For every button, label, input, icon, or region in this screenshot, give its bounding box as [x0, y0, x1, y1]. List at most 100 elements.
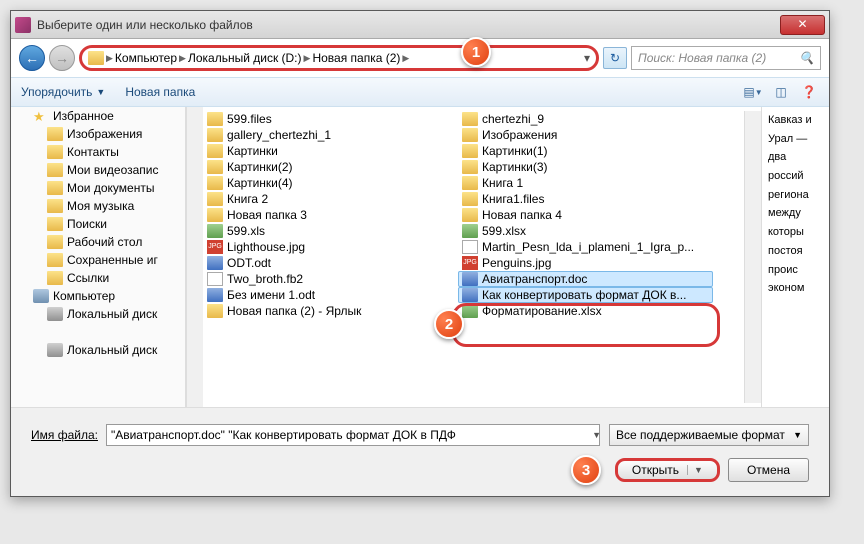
breadcrumb-item[interactable]: Компьютер — [115, 51, 177, 65]
file-name: Картинки(2) — [227, 160, 293, 174]
folder-icon — [462, 160, 478, 174]
address-bar[interactable]: ▶ Компьютер ▶ Локальный диск (D:) ▶ Нова… — [79, 45, 599, 71]
xls-icon — [462, 304, 478, 318]
file-item[interactable]: Картинки(4) — [203, 175, 458, 191]
chevron-down-icon[interactable]: ▼ — [592, 430, 601, 440]
content-area: Избранное Изображения Контакты Мои видеозап… — [11, 107, 829, 407]
sidebar-item[interactable]: Ссылки — [11, 269, 185, 287]
file-scrollbar[interactable] — [744, 111, 761, 403]
folder-icon — [47, 199, 63, 213]
new-folder-button[interactable]: Новая папка — [125, 85, 195, 99]
file-item[interactable]: JPG Penguins.jpg — [458, 255, 713, 271]
filename-input[interactable] — [106, 424, 600, 446]
help-button[interactable]: ❓ — [799, 82, 819, 102]
file-name: chertezhi_9 — [482, 112, 544, 126]
chevron-down-icon: ▼ — [687, 465, 703, 475]
sidebar-item[interactable]: Рабочий стол — [11, 233, 185, 251]
sidebar-label: Моя музыка — [67, 199, 134, 213]
file-name: Penguins.jpg — [482, 256, 551, 270]
file-item[interactable]: ODT.odt — [203, 255, 458, 271]
chevron-down-icon[interactable]: ▾ — [584, 51, 590, 65]
file-name: Картинки(1) — [482, 144, 548, 158]
file-item[interactable]: Картинки(2) — [203, 159, 458, 175]
preview-pane-button[interactable]: ◫ — [771, 82, 791, 102]
sidebar-label: Локальный диск — [67, 343, 157, 357]
file-item[interactable]: Martin_Pesn_lda_i_plameni_1_Igra_p... — [458, 239, 713, 255]
file-item[interactable]: Книга 1 — [458, 175, 713, 191]
folder-icon — [207, 160, 223, 174]
file-item[interactable]: Изображения — [458, 127, 713, 143]
back-button[interactable]: ← — [19, 45, 45, 71]
file-item[interactable]: chertezhi_9 — [458, 111, 713, 127]
open-button[interactable]: Открыть▼ — [615, 458, 720, 482]
search-placeholder: Поиск: Новая папка (2) — [638, 51, 766, 65]
doc-icon — [462, 288, 478, 302]
footer: Имя файла: ▼ Все поддерживаемые формат ▼… — [11, 407, 829, 496]
sidebar-label: Изображения — [67, 127, 142, 141]
file-item[interactable]: Картинки — [203, 143, 458, 159]
sidebar-item[interactable]: Контакты — [11, 143, 185, 161]
sidebar-item[interactable]: Сохраненные иг — [11, 251, 185, 269]
folder-icon — [47, 271, 63, 285]
folder-icon — [47, 127, 63, 141]
file-item[interactable]: Картинки(3) — [458, 159, 713, 175]
file-name: gallery_chertezhi_1 — [227, 128, 331, 142]
file-item[interactable]: Новая папка (2) - Ярлык — [203, 303, 458, 319]
search-input[interactable]: Поиск: Новая папка (2) 🔍 — [631, 46, 821, 70]
file-item[interactable]: Книга 2 — [203, 191, 458, 207]
file-item[interactable]: Two_broth.fb2 — [203, 271, 458, 287]
forward-button[interactable]: → — [49, 45, 75, 71]
file-item[interactable]: Как конвертировать формат ДОК в... — [458, 287, 713, 303]
file-type-filter[interactable]: Все поддерживаемые формат ▼ — [609, 424, 809, 446]
file-open-dialog: Выберите один или несколько файлов ✕ ← →… — [10, 10, 830, 497]
breadcrumb-item[interactable]: Локальный диск (D:) — [188, 51, 302, 65]
file-item[interactable]: Книга1.files — [458, 191, 713, 207]
file-item[interactable]: gallery_chertezhi_1 — [203, 127, 458, 143]
sidebar-item[interactable]: Мои видеозапис — [11, 161, 185, 179]
folder-icon — [462, 144, 478, 158]
sidebar-item[interactable]: Мои документы — [11, 179, 185, 197]
file-item[interactable]: JPGLighthouse.jpg — [203, 239, 458, 255]
file-item[interactable]: 599.xls — [203, 223, 458, 239]
view-options-button[interactable]: ▤ ▼ — [743, 82, 763, 102]
file-item[interactable]: Авиатранспорт.doc — [458, 271, 713, 287]
file-item[interactable]: Форматирование.xlsx — [458, 303, 713, 319]
close-button[interactable]: ✕ — [780, 15, 825, 35]
file-item[interactable]: Новая папка 3 — [203, 207, 458, 223]
sidebar-label: Избранное — [53, 109, 114, 123]
folder-icon — [207, 208, 223, 222]
file-name: 599.xlsx — [482, 224, 526, 238]
folder-icon — [47, 181, 63, 195]
organize-menu[interactable]: Упорядочить ▼ — [21, 85, 105, 99]
star-icon — [33, 109, 49, 123]
sidebar-item[interactable]: Моя музыка — [11, 197, 185, 215]
file-name: Книга1.files — [482, 192, 544, 206]
search-icon: 🔍 — [799, 51, 814, 65]
refresh-button[interactable]: ↻ — [603, 47, 627, 69]
file-item[interactable]: Без имени 1.odt — [203, 287, 458, 303]
sidebar-label: Мои видеозапис — [67, 163, 159, 177]
sidebar-item[interactable]: Компьютер — [11, 287, 185, 305]
breadcrumb-item[interactable]: Новая папка (2) — [312, 51, 400, 65]
sidebar-item[interactable]: Локальный диск — [11, 341, 185, 359]
chevron-down-icon: ▼ — [793, 430, 802, 440]
file-item[interactable]: 599.xlsx — [458, 223, 713, 239]
sidebar-item[interactable] — [11, 323, 185, 341]
sidebar-item[interactable]: Поиски — [11, 215, 185, 233]
sidebar-item[interactable]: Изображения — [11, 125, 185, 143]
sidebar-item[interactable]: Избранное — [11, 107, 185, 125]
sidebar-scrollbar[interactable] — [186, 107, 203, 407]
folder-icon — [462, 112, 478, 126]
file-item[interactable]: Новая папка 4 — [458, 207, 713, 223]
file-name: Как конвертировать формат ДОК в... — [482, 288, 686, 302]
cancel-button[interactable]: Отмена — [728, 458, 809, 482]
file-name: 599.files — [227, 112, 272, 126]
file-item[interactable]: Картинки(1) — [458, 143, 713, 159]
file-item[interactable]: 599.files — [203, 111, 458, 127]
file-name: Картинки(3) — [482, 160, 548, 174]
nav-row: ← → ▶ Компьютер ▶ Локальный диск (D:) ▶ … — [11, 39, 829, 77]
jpg-icon: JPG — [462, 256, 478, 270]
chevron-right-icon: ▶ — [179, 53, 186, 64]
folder-icon — [47, 235, 63, 249]
sidebar-item[interactable]: Локальный диск — [11, 305, 185, 323]
